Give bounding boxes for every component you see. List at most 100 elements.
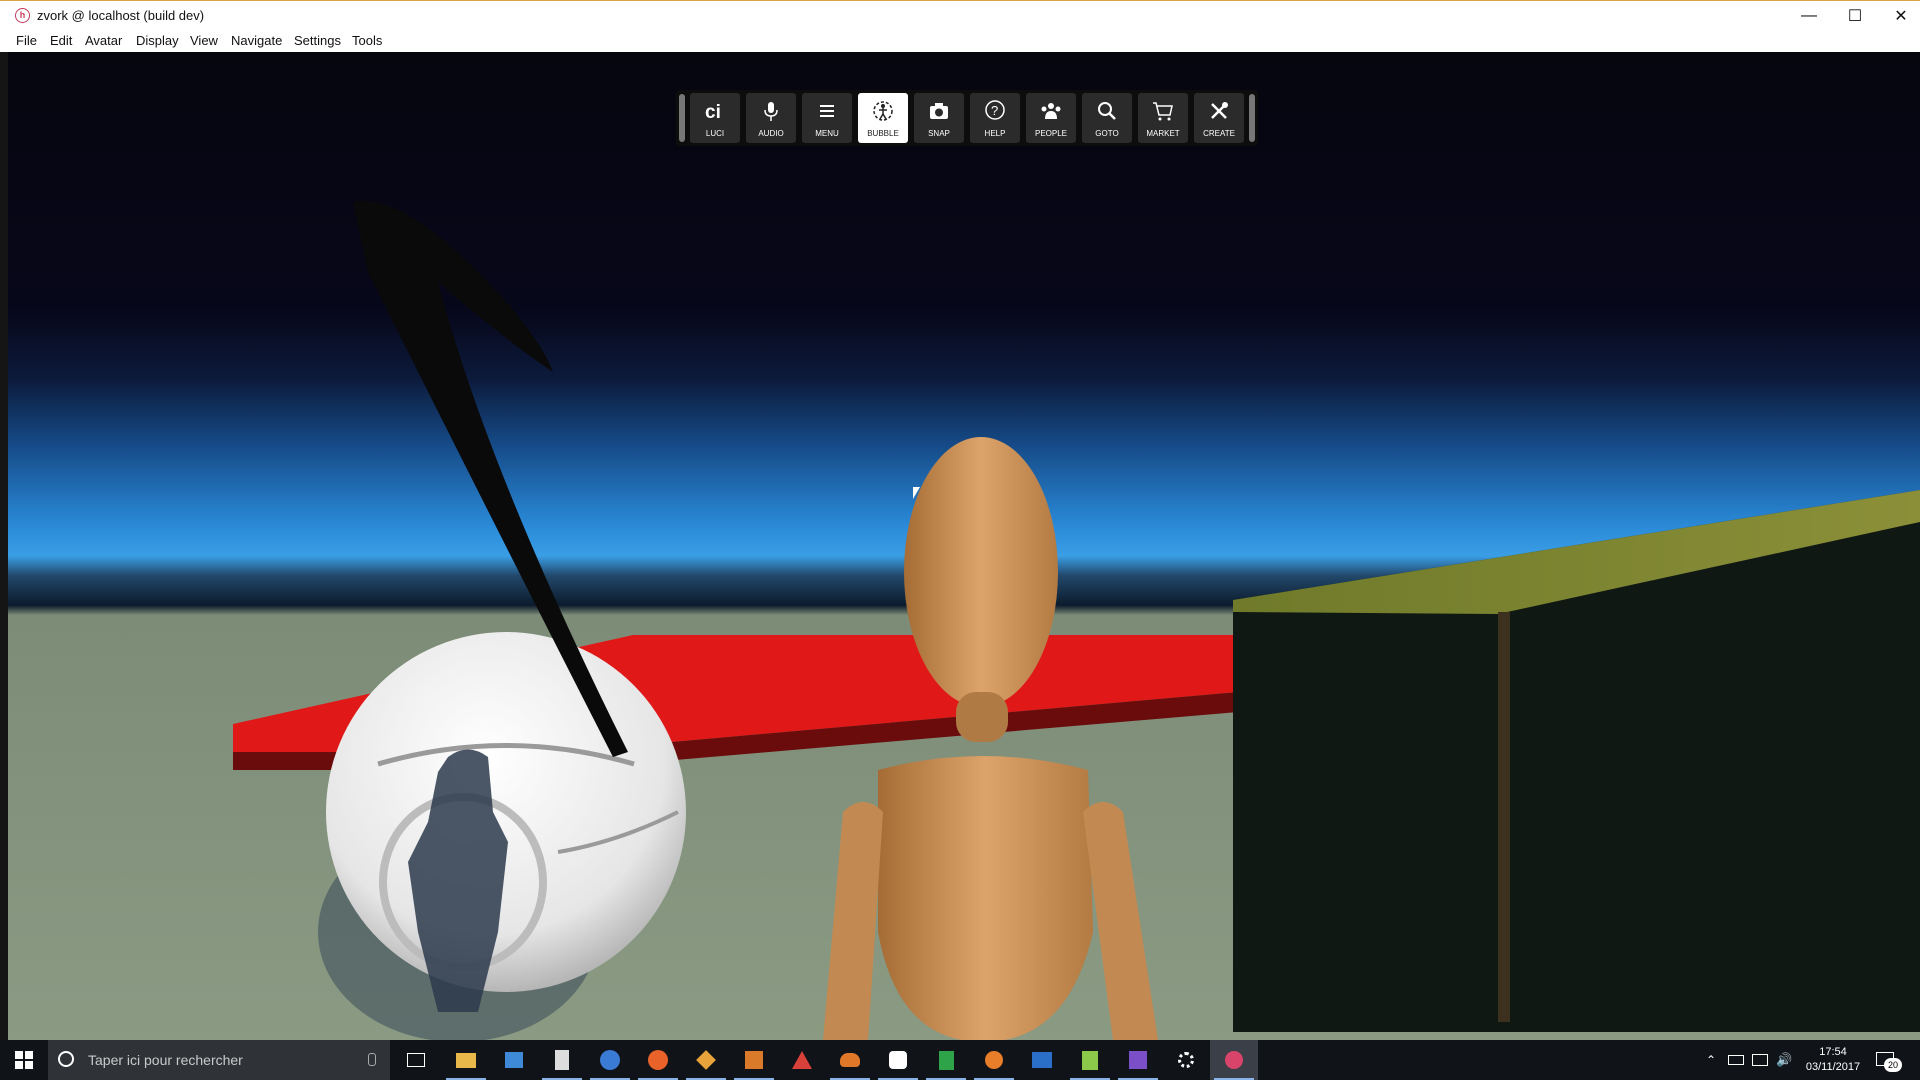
taskbar-app-notepad[interactable] [1066, 1040, 1114, 1080]
taskbar-app-blender[interactable] [970, 1040, 1018, 1080]
taskbar-app-spreadsheet[interactable] [922, 1040, 970, 1080]
firefox-icon [648, 1050, 668, 1070]
toolbar-button-snap[interactable]: SNAP [914, 93, 964, 143]
tools-icon [1211, 102, 1228, 119]
camera-icon [930, 103, 948, 119]
taskbar-app-crab[interactable] [826, 1040, 874, 1080]
taskbar-app-explorer[interactable] [442, 1040, 490, 1080]
window-left-edge [0, 52, 8, 1040]
toolbar-label-snap: SNAP [928, 129, 950, 138]
taskbar-app-calculator[interactable] [538, 1040, 586, 1080]
network-icon[interactable] [1752, 1054, 1768, 1066]
visual-studio-code-icon [745, 1051, 763, 1069]
slack-icon [889, 1051, 907, 1069]
taskbar-app-store[interactable] [490, 1040, 538, 1080]
volume-icon[interactable]: 🔊 [1776, 1052, 1792, 1068]
taskbar-app-window[interactable] [1018, 1040, 1066, 1080]
mouse-cursor [913, 487, 920, 499]
toolbar-label-bubble: BUBBLE [867, 129, 899, 138]
clock-date: 03/11/2017 [1805, 1061, 1861, 1073]
window-title-bar[interactable]: h zvork @ localhost (build dev) — ☐ ✕ [0, 0, 1920, 30]
toolbar-label-menu: MENU [815, 129, 839, 138]
search-magnifier-icon [1098, 102, 1116, 120]
toolbar-label-help: HELP [984, 129, 1006, 138]
visual-studio-icon [1129, 1051, 1147, 1069]
file-explorer-icon [456, 1052, 476, 1068]
toolbar-button-goto[interactable]: GOTO [1082, 93, 1132, 143]
menu-navigate[interactable]: Navigate [231, 33, 282, 48]
toolbar-label-luci: LUCI [705, 129, 725, 138]
taskbar-app-git[interactable] [682, 1040, 730, 1080]
toolbar-right-handle[interactable] [1249, 94, 1255, 142]
wooden-avatar-torso [878, 756, 1093, 1040]
menu-file[interactable]: File [16, 33, 37, 48]
windows-logo-icon [15, 1051, 33, 1069]
edge-like-icon [600, 1050, 620, 1070]
toolbar-label-goto: GOTO [1095, 129, 1119, 138]
taskbar-app-visual-studio[interactable] [1114, 1040, 1162, 1080]
toolbar-button-luci[interactable]: ci LUCI [690, 93, 740, 143]
close-button[interactable]: ✕ [1878, 1, 1920, 31]
notification-center-button[interactable]: 20 [1872, 1048, 1902, 1074]
3d-viewport[interactable] [8, 52, 1920, 1040]
taskbar-app-vscode[interactable] [730, 1040, 778, 1080]
clock-time: 17:54 [1819, 1046, 1847, 1058]
toolbar-button-menu[interactable]: MENU [802, 93, 852, 143]
taskbar-search-box[interactable]: Taper ici pour rechercher [48, 1040, 390, 1080]
windows-taskbar: Taper ici pour rechercher ⌃ 🔊 17:54 03/1… [0, 1040, 1920, 1080]
taskbar-app-slack[interactable] [874, 1040, 922, 1080]
tray-chevron-icon[interactable]: ⌃ [1706, 1053, 1716, 1067]
window-app-icon [1032, 1052, 1052, 1068]
cortana-circle-icon [58, 1051, 74, 1067]
microphone-icon [764, 102, 778, 121]
battery-icon[interactable] [1728, 1055, 1744, 1065]
toolbar-button-help[interactable]: ? HELP [970, 93, 1020, 143]
search-placeholder: Taper ici pour rechercher [88, 1052, 243, 1068]
taskbar-app-browser[interactable] [586, 1040, 634, 1080]
settings-gear-icon [1178, 1052, 1194, 1068]
maximize-button[interactable]: ☐ [1832, 1, 1878, 31]
git-icon [696, 1050, 716, 1070]
taskbar-app-settings[interactable] [1162, 1040, 1210, 1080]
hud-toolbar: ci LUCI AUDIO MENU BUBBLE SNAP ? HELP PE… [676, 90, 1258, 146]
svg-text:?: ? [991, 103, 998, 118]
toolbar-button-create[interactable]: CREATE [1194, 93, 1244, 143]
app-logo-icon: h [15, 8, 30, 23]
interface-app-icon [1225, 1051, 1243, 1069]
menu-edit[interactable]: Edit [50, 33, 72, 48]
task-view-button[interactable] [392, 1040, 440, 1080]
toolbar-label-create: CREATE [1203, 129, 1235, 138]
toolbar-button-bubble[interactable]: BUBBLE [858, 93, 908, 143]
menu-settings[interactable]: Settings [294, 33, 341, 48]
triangle-app-icon [792, 1051, 812, 1069]
taskbar-clock[interactable]: 17:54 03/11/2017 [1798, 1045, 1868, 1075]
toolbar-button-audio[interactable]: AUDIO [746, 93, 796, 143]
blender-icon [985, 1051, 1003, 1069]
toolbar-left-handle[interactable] [679, 94, 685, 142]
menu-view[interactable]: View [190, 33, 218, 48]
scene-render [233, 200, 1920, 1040]
start-button[interactable] [0, 1040, 48, 1080]
window-title: zvork @ localhost (build dev) [37, 8, 205, 23]
taskbar-app-triangle[interactable] [778, 1040, 826, 1080]
microphone-icon[interactable] [368, 1053, 376, 1066]
notepad-icon [1082, 1050, 1098, 1070]
toolbar-button-market[interactable]: MARKET [1138, 93, 1188, 143]
notification-count-badge: 20 [1884, 1058, 1902, 1072]
taskbar-app-firefox[interactable] [634, 1040, 682, 1080]
taskbar-app-interface[interactable] [1210, 1040, 1258, 1080]
store-icon [505, 1052, 523, 1068]
menu-tools[interactable]: Tools [352, 33, 382, 48]
crab-app-icon [840, 1053, 860, 1067]
toolbar-label-people: PEOPLE [1034, 129, 1067, 138]
minimize-button[interactable]: — [1786, 1, 1832, 31]
spreadsheet-icon [938, 1050, 954, 1070]
toolbar-button-people[interactable]: PEOPLE [1026, 93, 1076, 143]
menu-avatar[interactable]: Avatar [85, 33, 122, 48]
menu-display[interactable]: Display [136, 33, 179, 48]
wooden-avatar-head [904, 437, 1058, 707]
people-icon [1041, 103, 1061, 119]
menu-bar: File Edit Avatar Display View Navigate S… [0, 30, 1920, 52]
shopping-cart-icon [1153, 102, 1173, 121]
bubble-person-icon [873, 101, 893, 121]
